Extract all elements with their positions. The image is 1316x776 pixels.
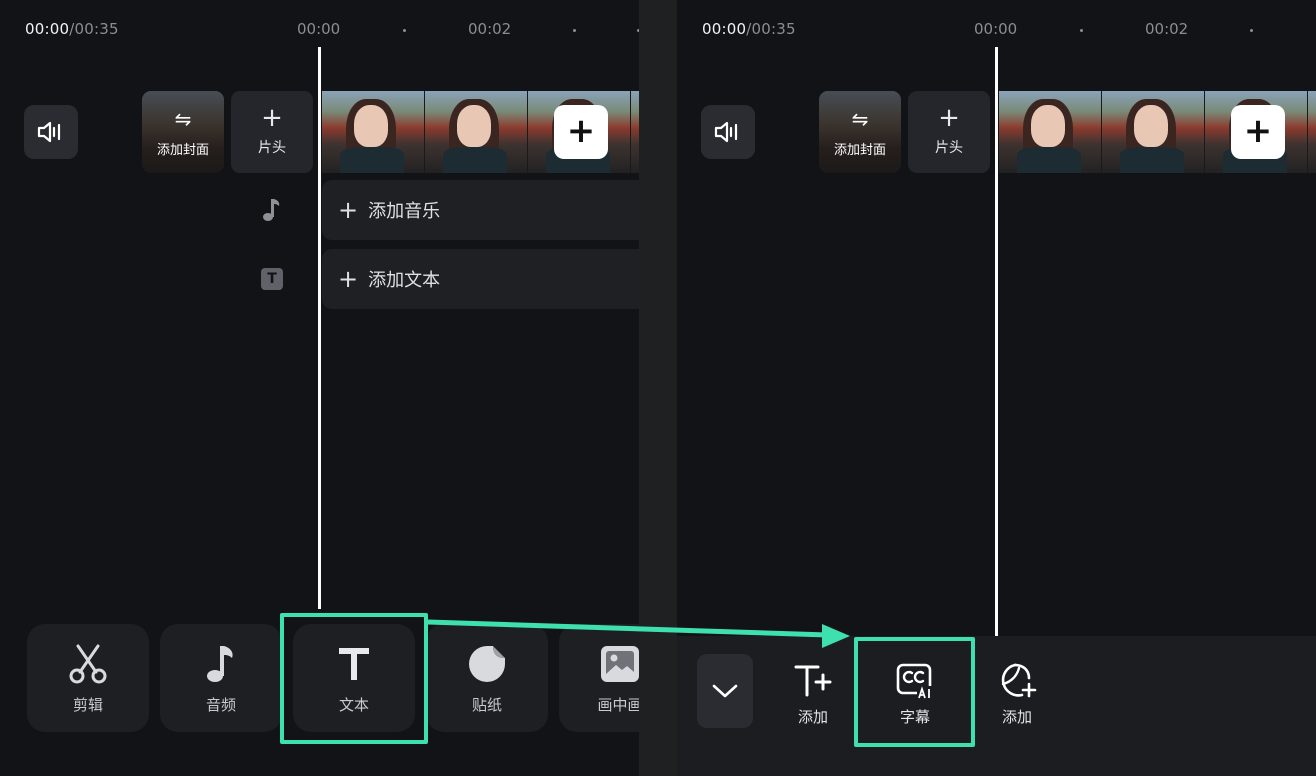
add-text-button[interactable]: + 添加文本	[322, 249, 639, 309]
music-track-icon	[261, 197, 283, 229]
ruler-tick-label: 00:00	[297, 20, 341, 38]
add-sticker-tool[interactable]: 添加	[977, 660, 1057, 727]
sticker-icon	[469, 646, 505, 682]
tool-label: 添加	[797, 708, 828, 726]
playhead[interactable]	[318, 47, 321, 609]
add-text-icon	[794, 665, 832, 697]
add-cover-button[interactable]: ⇋ 添加封面	[819, 91, 901, 173]
tool-audio-button[interactable]: 音频	[160, 624, 282, 732]
highlight-caption-tool	[854, 637, 975, 747]
ruler-tick-dot	[573, 29, 576, 32]
intro-label: 片头	[935, 140, 963, 156]
tool-label: 贴纸	[471, 696, 502, 714]
add-music-label: 添加音乐	[368, 201, 441, 222]
add-text-tool[interactable]: 添加	[773, 660, 853, 727]
timecode-current: 00:00	[702, 20, 747, 38]
cover-thumbnail-shade	[819, 91, 901, 173]
ruler-tick-dot	[403, 29, 406, 32]
add-cover-label: 添加封面	[833, 143, 886, 158]
video-frame-thumbnail	[999, 91, 1102, 173]
music-note-icon	[207, 646, 233, 682]
tool-label: 音频	[205, 696, 236, 714]
video-frame-thumbnail	[1308, 91, 1316, 173]
video-frame-thumbnail	[425, 91, 528, 173]
tool-pip-button[interactable]: 画中画	[559, 624, 639, 732]
ruler-tick-dot	[1250, 29, 1253, 32]
add-clip-button[interactable]: +	[554, 105, 608, 159]
picture-in-picture-icon	[601, 646, 639, 682]
add-clip-button[interactable]: +	[1231, 105, 1285, 159]
add-sticker-icon	[1001, 663, 1037, 698]
add-cover-label: 添加封面	[156, 143, 209, 158]
speaker-icon	[714, 121, 738, 143]
video-frame-thumbnail	[322, 91, 425, 173]
tool-label: 添加	[1001, 708, 1032, 726]
playhead[interactable]	[995, 47, 998, 636]
scissors-icon	[69, 644, 107, 684]
add-intro-button[interactable]: + 片头	[231, 91, 313, 173]
add-cover-button[interactable]: ⇋ 添加封面	[142, 91, 224, 173]
plus-icon: +	[938, 103, 960, 133]
ruler-tick-label: 00:02	[468, 20, 512, 38]
ruler-tick-dot	[1080, 29, 1083, 32]
add-text-label: 添加文本	[368, 270, 441, 291]
tool-edit-button[interactable]: 剪辑	[27, 624, 149, 732]
swap-icon: ⇋	[851, 107, 869, 131]
text-track-icon: T	[261, 268, 283, 290]
plus-icon: +	[338, 196, 359, 224]
ruler-tick-label: 00:00	[974, 20, 1018, 38]
add-intro-button[interactable]: + 片头	[908, 91, 990, 173]
tool-sticker-button[interactable]: 贴纸	[426, 624, 548, 732]
tool-label: 剪辑	[72, 696, 103, 714]
plus-icon: +	[261, 103, 283, 133]
music-note-icon	[263, 199, 280, 221]
timecode: 00:00/00:35	[25, 20, 119, 38]
plus-icon: +	[338, 265, 359, 293]
speaker-icon	[37, 121, 61, 143]
panel-divider	[639, 0, 677, 776]
highlight-text-tool	[280, 613, 428, 744]
video-frame-thumbnail	[631, 91, 639, 173]
chevron-down-icon	[712, 684, 738, 698]
cover-thumbnail-shade	[142, 91, 224, 173]
mute-audio-button[interactable]	[701, 105, 755, 159]
video-frame-thumbnail	[1102, 91, 1205, 173]
timecode: 00:00/00:35	[702, 20, 796, 38]
ruler-tick-label: 00:02	[1145, 20, 1189, 38]
tool-label: 画中画	[597, 696, 639, 714]
timecode-total: /00:35	[69, 20, 119, 38]
timecode-total: /00:35	[746, 20, 796, 38]
add-music-button[interactable]: + 添加音乐	[322, 180, 639, 240]
intro-label: 片头	[258, 140, 286, 156]
mute-audio-button[interactable]	[24, 105, 78, 159]
swap-icon: ⇋	[174, 107, 192, 131]
timecode-current: 00:00	[25, 20, 70, 38]
collapse-button[interactable]	[697, 654, 753, 728]
